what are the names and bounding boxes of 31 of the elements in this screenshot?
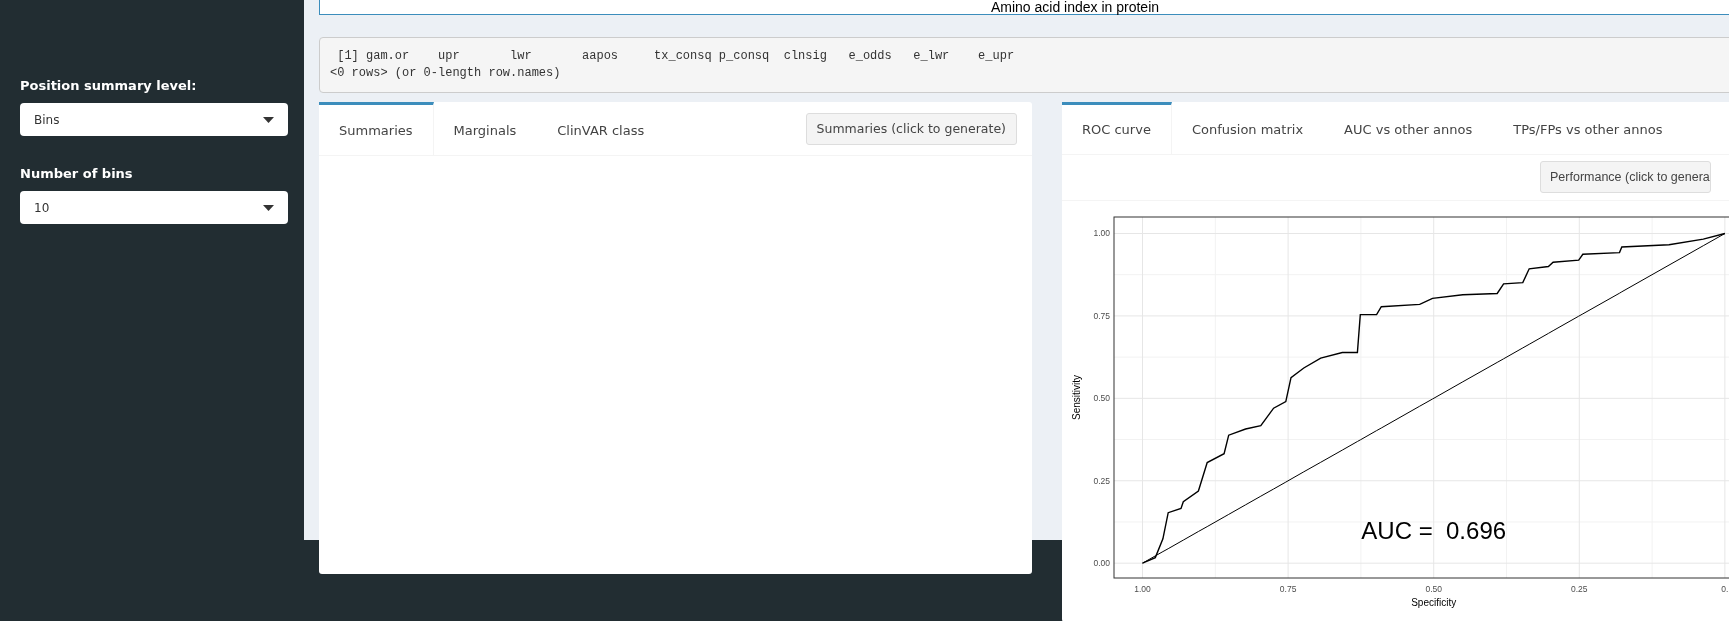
tab[interactable]: Confusion matrix: [1171, 102, 1325, 154]
tick-label: 0.50: [1425, 584, 1442, 594]
tab[interactable]: AUC vs other annos: [1324, 102, 1494, 154]
tick-label: 0.25: [1093, 475, 1110, 486]
select-field[interactable]: Bins: [20, 103, 288, 136]
tick-label: 1.00: [1134, 584, 1151, 594]
console-line: <0 rows> (or 0-length row.names): [330, 65, 562, 82]
tick-label: 0.75: [1279, 584, 1297, 594]
y-axis-title: Sensitivity: [1071, 375, 1082, 420]
field-label: Position summary level:: [20, 78, 198, 93]
select-field[interactable]: 10: [20, 191, 288, 224]
console-line: [1] gam.or upr lwr aapos tx_consq p_consq clnsig e_odds e_lwr e_upr: [336, 48, 1016, 65]
tab[interactable]: Marginals: [433, 102, 538, 155]
tab[interactable]: TPs/FPs vs other annos: [1493, 102, 1684, 154]
tick-label: 0.50: [1093, 393, 1110, 404]
tick-label: 0.75: [1093, 310, 1110, 321]
caret-icon: [263, 204, 274, 211]
tick-label: 0.25: [1571, 584, 1588, 594]
caret-icon: [263, 116, 274, 123]
tick-label: 0.: [1721, 584, 1729, 594]
tick-label: 0.00: [1093, 558, 1110, 569]
tab[interactable]: Summaries: [319, 102, 434, 155]
x-axis-title: Specificity: [1411, 597, 1457, 608]
generate-button[interactable]: Summaries (click to generate): [805, 112, 1017, 145]
tab[interactable]: ROC curve: [1062, 102, 1172, 154]
plot-title: Amino acid index in protein: [990, 0, 1160, 14]
auc-annotation: AUC = 0.696: [1361, 517, 1507, 545]
generate-button[interactable]: Performance (click to genera: [1540, 161, 1711, 194]
tab[interactable]: ClinVAR class: [537, 102, 666, 155]
field-label: Number of bins: [20, 166, 134, 181]
tick-label: 1.00: [1093, 228, 1110, 239]
